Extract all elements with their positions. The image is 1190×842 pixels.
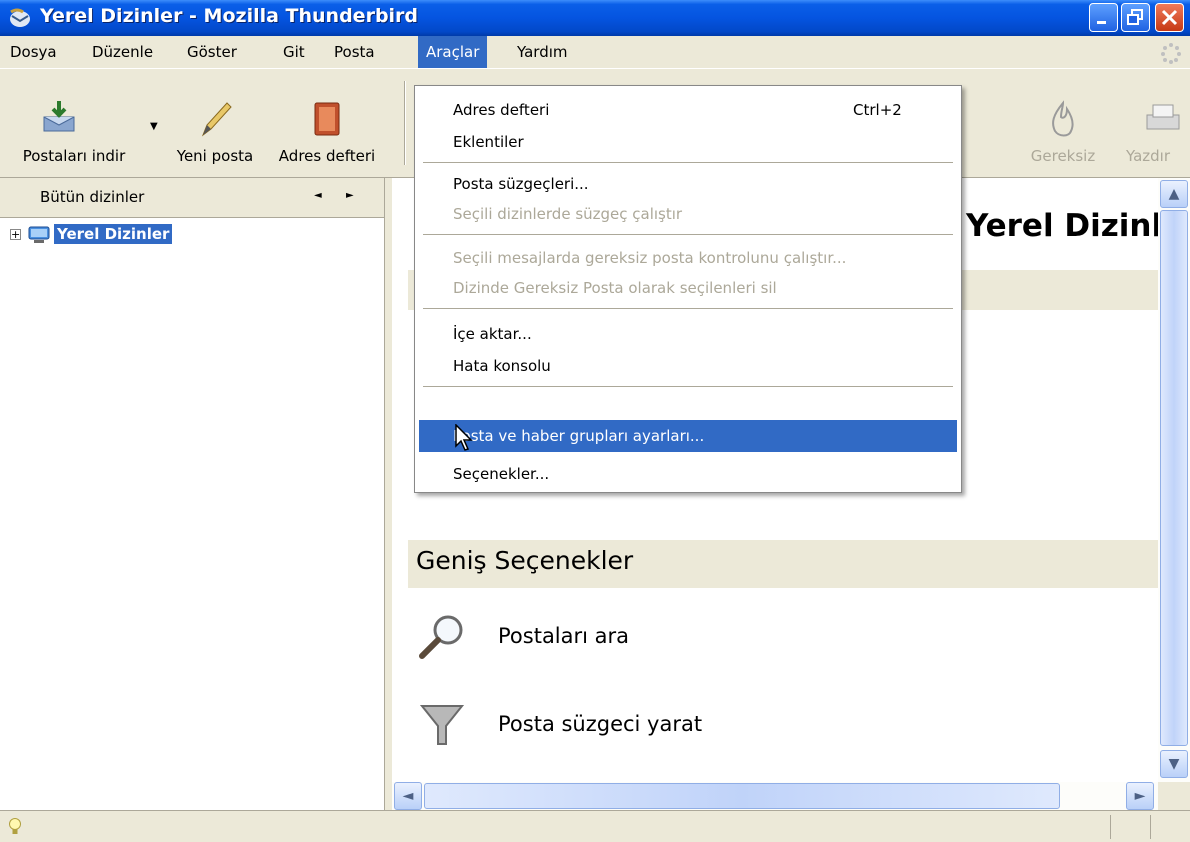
get-mail-button[interactable]: ▼ Postaları indir (0, 69, 158, 177)
scroll-right-icon[interactable]: ► (1126, 782, 1154, 810)
funnel-icon (419, 705, 465, 745)
menuitem-import[interactable]: İçe aktar... (419, 318, 957, 350)
menuitem-add-ons[interactable]: Eklentiler (419, 126, 957, 158)
tools-menu-popup: Adres defteri Ctrl+2 Eklentiler Posta sü… (414, 85, 962, 493)
magnifier-icon (419, 615, 463, 659)
restore-button[interactable] (1121, 3, 1150, 32)
scroll-left-icon[interactable]: ◄ (394, 782, 422, 810)
menuitem-run-filters[interactable]: Seçili dizinlerde süzgeç çalıştır (419, 198, 957, 230)
menu-separator (423, 162, 953, 163)
close-icon (1161, 9, 1178, 26)
menuitem-run-filters-label: Seçili dizinlerde süzgeç çalıştır (453, 205, 683, 223)
thunderbird-icon (10, 8, 30, 27)
minimize-button[interactable] (1089, 3, 1118, 32)
expand-icon[interactable]: + (10, 229, 21, 240)
local-folders-label[interactable]: Yerel Dizinler (54, 224, 173, 244)
vertical-scroll-thumb[interactable] (1160, 210, 1188, 746)
menuitem-error-console-label: Hata konsolu (453, 357, 551, 375)
status-panel-offline (1110, 815, 1149, 839)
page-title: Yerel Dizinler (966, 208, 1158, 244)
window-title: Yerel Dizinler - Mozilla Thunderbird (40, 5, 419, 27)
menu-separator (423, 308, 953, 309)
junk-label: Gereksiz (1030, 147, 1096, 165)
menuitem-account-settings[interactable]: Posta ve haber grupları ayarları... (419, 420, 957, 452)
menuitem-delete-junk-label: Dizinde Gereksiz Posta olarak seçilenler… (453, 279, 777, 297)
mouse-cursor-icon (455, 424, 473, 451)
menuitem-message-filters[interactable]: Posta süzgeçleri... (419, 168, 957, 200)
menuitem-import-label: İçe aktar... (453, 325, 532, 343)
menuitem-address-book-label: Adres defteri (453, 101, 550, 119)
pane-splitter[interactable] (385, 178, 392, 810)
folder-view-label: Bütün dizinler (40, 188, 145, 206)
junk-flame-icon (1052, 100, 1074, 137)
menuitem-account-settings-label: Posta ve haber grupları ayarları... (453, 427, 705, 445)
write-button[interactable]: Yeni posta (166, 69, 264, 177)
menu-message[interactable]: Posta (326, 36, 383, 68)
scroll-up-icon[interactable]: ▲ (1160, 180, 1188, 208)
status-bar (0, 810, 1190, 842)
print-icon (1146, 104, 1180, 130)
menuitem-options-label: Seçenekler... (453, 465, 550, 483)
menu-help[interactable]: Yardım (509, 36, 576, 68)
menu-separator (423, 386, 953, 387)
vertical-scrollbar[interactable]: ▲ ▼ (1158, 178, 1190, 782)
horizontal-scroll-thumb[interactable] (424, 783, 1060, 809)
address-book-label: Adres defteri (278, 147, 376, 165)
menu-edit[interactable]: Düzenle (84, 36, 161, 68)
menuitem-add-ons-label: Eklentiler (453, 133, 524, 151)
menu-file[interactable]: Dosya (2, 36, 65, 68)
advanced-features-title: Geniş Seçenekler (416, 546, 634, 575)
print-button[interactable]: Yazdır (1118, 69, 1190, 177)
local-folders-computer-icon (28, 226, 50, 243)
menuitem-delete-junk[interactable]: Dizinde Gereksiz Posta olarak seçilenler… (419, 272, 957, 304)
menu-bar: Dosya Düzenle Göster Git Posta Araçlar Y… (0, 36, 1190, 68)
previous-view-arrow-icon[interactable]: ◄ (314, 190, 322, 201)
menuitem-options[interactable]: Seçenekler... (419, 458, 957, 490)
close-button[interactable] (1155, 3, 1184, 32)
horizontal-scrollbar[interactable]: ◄ ► (392, 782, 1158, 810)
scrollbar-corner (1158, 782, 1190, 810)
get-mail-icon (43, 101, 75, 132)
create-filter-label[interactable]: Posta süzgeci yarat (498, 712, 702, 736)
pencil-icon (201, 102, 232, 137)
menu-view[interactable]: Göster (179, 36, 245, 68)
minimize-icon (1097, 21, 1106, 24)
write-label: Yeni posta (176, 147, 254, 165)
folder-pane-header: Bütün dizinler ◄ ► (0, 178, 384, 218)
toolbar-separator (404, 81, 406, 165)
next-view-arrow-icon[interactable]: ► (346, 190, 354, 201)
address-book-button[interactable]: Adres defteri (272, 69, 382, 177)
status-panel-security (1150, 815, 1189, 839)
menuitem-run-junk-controls-label: Seçili mesajlarda gereksiz posta kontrol… (453, 249, 847, 267)
search-messages-label[interactable]: Postaları ara (498, 624, 629, 648)
menuitem-error-console[interactable]: Hata konsolu (419, 350, 957, 382)
folder-pane: Bütün dizinler ◄ ► + Yerel Dizinler (0, 178, 385, 810)
menu-separator (423, 234, 953, 235)
menuitem-address-book-shortcut: Ctrl+2 (853, 101, 902, 119)
scroll-down-icon[interactable]: ▼ (1160, 750, 1188, 778)
advanced-features-header: Geniş Seçenekler (408, 540, 1158, 588)
get-mail-label: Postaları indir (22, 147, 126, 165)
address-book-icon (314, 102, 340, 136)
junk-button[interactable]: Gereksiz (1020, 69, 1106, 177)
menu-go[interactable]: Git (275, 36, 313, 68)
menuitem-run-junk-controls[interactable]: Seçili mesajlarda gereksiz posta kontrol… (419, 242, 957, 274)
menuitem-message-filters-label: Posta süzgeçleri... (453, 175, 589, 193)
restore-icon (1127, 9, 1143, 25)
get-mail-dropdown-icon[interactable]: ▼ (150, 121, 158, 132)
lightbulb-icon (9, 818, 21, 834)
menu-tools[interactable]: Araçlar (418, 36, 488, 68)
throbber-icon (1161, 43, 1181, 64)
print-label: Yazdır (1126, 147, 1171, 165)
title-bar[interactable]: Yerel Dizinler - Mozilla Thunderbird (0, 0, 1190, 36)
menuitem-address-book[interactable]: Adres defteri Ctrl+2 (419, 94, 957, 126)
